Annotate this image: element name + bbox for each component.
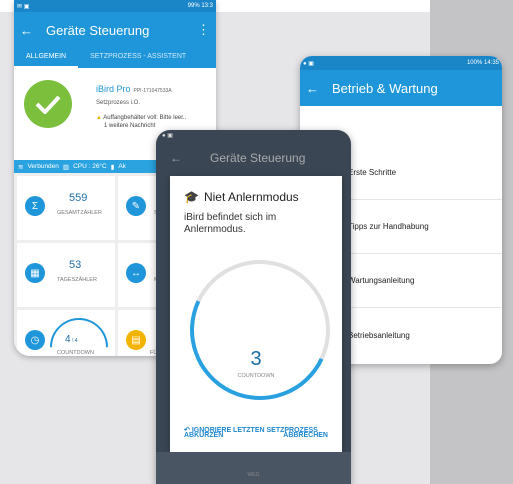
connection-status: Verbunden	[27, 163, 59, 170]
calendar-icon: ▦	[25, 263, 45, 283]
container-icon: ▤	[126, 330, 146, 350]
wifi-icon: ≋	[18, 163, 24, 171]
device-serial: PPI-171047533A	[133, 88, 172, 94]
cpu-icon: ▥	[62, 163, 70, 171]
cpu-extra: Ak	[118, 163, 126, 170]
countdown-label: COUNTDOWN	[237, 373, 275, 379]
status-icons: ✉ ▣	[17, 3, 30, 10]
countdown-arc	[170, 240, 350, 420]
status-right: 99% 13:3	[187, 3, 213, 9]
more-icon[interactable]: ⋮	[197, 22, 210, 38]
tab-assistant[interactable]: SETZPROZESS - ASSISTENT	[78, 48, 198, 68]
warning-line2: 1 weitere Nachricht	[104, 123, 156, 129]
app-bar: ← Geräte Steuerung	[156, 140, 351, 176]
card-label: COUNTDOWN	[57, 350, 94, 356]
status-right: 100% 14:35	[466, 60, 499, 66]
menu-item-label: Wartungsanleitung	[348, 276, 415, 285]
app-bar: ← Geräte Steuerung ⋮	[14, 12, 216, 48]
back-arrow-icon[interactable]: ←	[170, 151, 182, 165]
card-value: 559	[69, 192, 88, 204]
card-total-counter[interactable]: Σ 559 GESAMTZÄHLER	[17, 176, 115, 240]
card-label: TAGESZÄHLER	[57, 277, 97, 283]
timer-icon: ◷	[25, 330, 45, 350]
menu-item-label: Tipps zur Handhabung	[348, 222, 429, 231]
countdown-ring	[37, 305, 121, 356]
graduation-cap-icon: 🎓	[184, 190, 199, 204]
countdown-value: 3	[250, 348, 262, 370]
x-axis-label: WEG	[247, 472, 260, 478]
warning-message[interactable]: ▲ Auffangbehälter voll: Bitte leer.. 1 w…	[96, 114, 214, 130]
cpu-temp: CPU : 26°C	[73, 163, 107, 170]
dialog-text: iBird befindet sich im Anlernmodus.	[184, 212, 277, 235]
pencil-icon: ✎	[126, 196, 146, 216]
card-value: 4 \ 4	[65, 334, 78, 345]
battery-icon: ▮	[110, 163, 115, 171]
page-title: Geräte Steuerung	[210, 151, 306, 165]
status-icons: ● ▣	[162, 133, 173, 139]
app-bar: ← Betrieb & Wartung	[300, 70, 502, 106]
card-value: 53	[69, 259, 82, 271]
warning-line1: Auffangbehälter voll: Bitte leer..	[103, 115, 187, 121]
tab-general[interactable]: ALLGEMEIN	[14, 48, 79, 68]
page-title: Betrieb & Wartung	[332, 80, 438, 96]
status-bar: ● ▣ 100% 14:35	[300, 56, 502, 70]
status-bar: ✉ ▣ 99% 13:3	[14, 0, 216, 12]
card-daily-counter[interactable]: ▦ 53 TAGESZÄHLER	[17, 243, 115, 307]
menu-item-label: Betriebsanleitung	[348, 330, 410, 340]
page-title: Geräte Steuerung	[46, 22, 150, 38]
device-name: iBird Pro	[96, 84, 131, 94]
device-name-row: iBird Pro PPI-171047533A	[96, 84, 172, 94]
status-bar: ● ▣	[156, 130, 351, 140]
back-arrow-icon[interactable]: ←	[306, 81, 324, 96]
shorten-button[interactable]: ABKÜRZEN	[184, 432, 223, 439]
tab-bar: ALLGEMEIN SETZPROZESS - ASSISTENT	[14, 48, 216, 68]
menu-item-label: Erste Schritte	[348, 168, 397, 177]
warning-icon: ▲	[96, 115, 102, 121]
dialog-buttons: ABKÜRZEN ABBRECHEN	[170, 432, 342, 439]
range-icon: ↔	[126, 263, 146, 283]
card-countdown[interactable]: ◷ 4 \ 4 COUNTDOWN	[17, 305, 121, 356]
process-status: Setzprozess i.O.	[96, 100, 141, 106]
dialog-header: 🎓 Niet Anlernmodus	[184, 190, 299, 204]
cancel-button[interactable]: ABBRECHEN	[283, 432, 328, 439]
sum-icon: Σ	[25, 196, 45, 216]
checkmark-icon	[24, 80, 72, 128]
learning-mode-dialog: 🎓 Niet Anlernmodus iBird befindet sich i…	[170, 176, 350, 452]
back-arrow-icon[interactable]: ←	[20, 23, 38, 38]
card-label: GESAMTZÄHLER	[57, 210, 102, 216]
phone-learning-mode: ● ▣ ← Geräte Steuerung 🎓 Niet Anlernmodu…	[156, 130, 351, 484]
chart-footer: WEG	[156, 452, 351, 484]
status-icons: ● ▣	[303, 60, 314, 67]
dialog-title: Niet Anlernmodus	[203, 190, 299, 204]
